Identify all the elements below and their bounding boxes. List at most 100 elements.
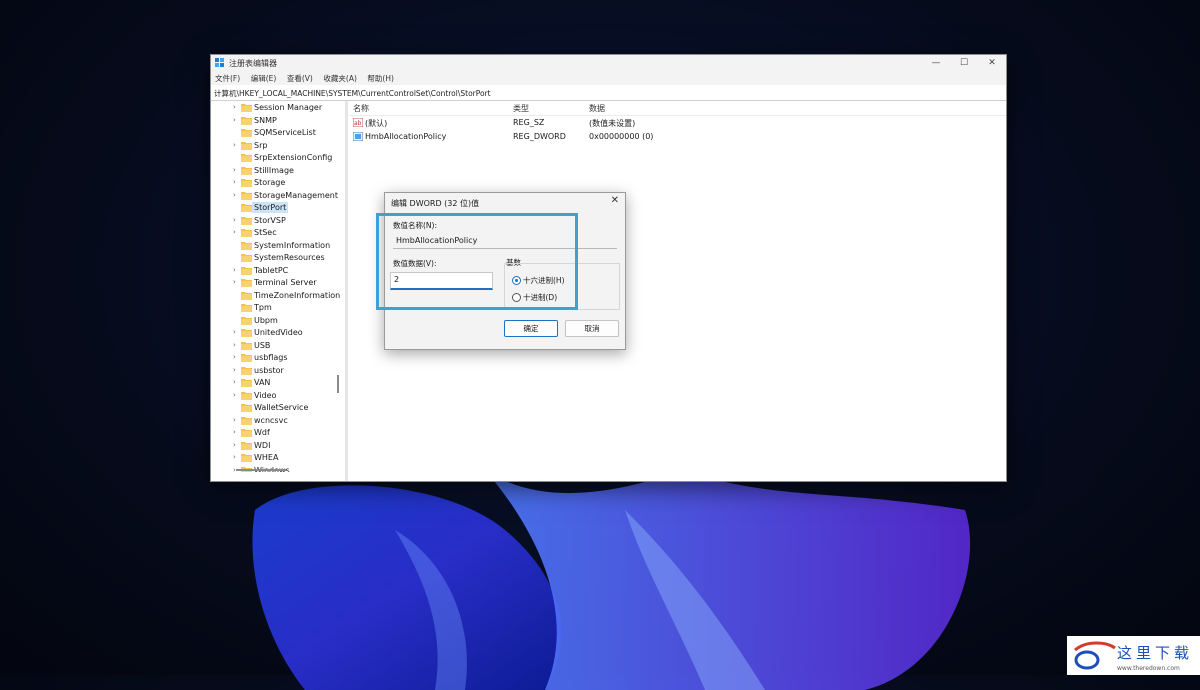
chevron-right-icon[interactable]: ›: [233, 178, 239, 186]
chevron-right-icon[interactable]: ›: [233, 341, 239, 349]
chevron-right-icon[interactable]: ›: [233, 416, 239, 424]
value-data: (数值未设置): [589, 119, 636, 128]
menu-file[interactable]: 文件(F): [215, 72, 240, 85]
menu-help[interactable]: 帮助(H): [367, 72, 394, 85]
chevron-right-icon[interactable]: ›: [233, 166, 239, 174]
list-item[interactable]: ab (默认) REG_SZ (数值未设置): [349, 117, 1006, 130]
tree-vertical-scrollbar[interactable]: [337, 375, 339, 393]
tree-item-label: USB: [254, 340, 271, 350]
maximize-button[interactable]: ☐: [950, 55, 978, 72]
folder-icon: [241, 154, 252, 162]
value-type: REG_DWORD: [513, 132, 566, 141]
column-type[interactable]: 类型: [513, 103, 529, 114]
menu-view[interactable]: 查看(V): [287, 72, 313, 85]
folder-icon: [241, 254, 252, 262]
folder-icon: [241, 379, 252, 387]
tree-item-label: Session Manager: [254, 103, 323, 112]
key-tree: › Session Manager › SNMP SQMServiceList › Srp S…: [211, 101, 345, 472]
pane-splitter[interactable]: [345, 101, 348, 481]
tree-item-label: WalletService: [254, 403, 309, 412]
chevron-right-icon[interactable]: ›: [233, 441, 239, 449]
chevron-right-icon[interactable]: ›: [233, 266, 239, 274]
tree-horizontal-scrollbar[interactable]: [236, 469, 286, 471]
folder-icon: [241, 354, 252, 362]
tree-item-label: WDI: [254, 440, 271, 450]
chevron-right-icon[interactable]: ›: [233, 453, 239, 461]
chevron-right-icon[interactable]: ›: [233, 391, 239, 399]
annotation-highlight-box: [376, 213, 578, 310]
chevron-right-icon[interactable]: ›: [233, 428, 239, 436]
tree-item-label: Storage: [254, 178, 286, 187]
folder-icon: [241, 129, 252, 137]
chevron-right-icon[interactable]: ›: [233, 366, 239, 374]
menu-edit[interactable]: 编辑(E): [251, 72, 277, 85]
tree-item-label: Video: [254, 390, 277, 400]
tree-item-label: SystemResources: [254, 253, 325, 262]
dword-value-icon: [353, 132, 363, 141]
title-bar[interactable]: 注册表编辑器 — ☐ ✕: [211, 55, 1006, 72]
menu-favorites[interactable]: 收藏夹(A): [323, 72, 356, 85]
list-item[interactable]: HmbAllocationPolicy REG_DWORD 0x00000000…: [349, 131, 1006, 144]
folder-icon: [241, 391, 252, 400]
svg-text:www.theredown.com: www.theredown.com: [1117, 665, 1180, 672]
tree-item-label: TimeZoneInformation: [254, 290, 341, 300]
tree-item-label: SQMServiceList: [254, 128, 316, 137]
chevron-right-icon[interactable]: ›: [233, 141, 239, 149]
tree-item-label: Srp: [254, 140, 268, 150]
close-button[interactable]: ✕: [978, 55, 1006, 72]
folder-icon: [241, 329, 252, 337]
chevron-right-icon[interactable]: ›: [233, 353, 239, 361]
tree-item-label: TabletPC: [254, 265, 289, 275]
menu-bar: 文件(F) 编辑(E) 查看(V) 收藏夹(A) 帮助(H): [211, 72, 1006, 85]
chevron-right-icon[interactable]: ›: [233, 103, 239, 111]
chevron-right-icon[interactable]: ›: [233, 328, 239, 336]
folder-icon: [241, 241, 252, 250]
tree-item-label: usbflags: [254, 353, 288, 362]
site-watermark-logo: 这里下载 www.theredown.com: [1067, 636, 1200, 675]
folder-icon: [241, 316, 252, 325]
tree-item-label: SNMP: [254, 115, 277, 125]
folder-icon: [241, 204, 252, 212]
chevron-right-icon[interactable]: ›: [233, 116, 239, 124]
chevron-right-icon[interactable]: ›: [233, 191, 239, 199]
column-data[interactable]: 数据: [589, 103, 605, 114]
folder-icon: [241, 291, 252, 300]
tree-item-label: StillImage: [254, 165, 294, 175]
folder-icon: [241, 441, 252, 450]
chevron-right-icon[interactable]: ›: [233, 228, 239, 236]
folder-icon: [241, 366, 252, 375]
dialog-title: 编辑 DWORD (32 位)值: [391, 199, 480, 208]
folder-icon: [241, 116, 252, 125]
cancel-button[interactable]: 取消: [565, 320, 619, 337]
watermark-swoosh-icon: 这里下载 www.theredown.com: [1074, 641, 1193, 672]
folder-icon: [241, 304, 252, 312]
tree-item-label: UnitedVideo: [254, 328, 303, 337]
column-name[interactable]: 名称: [353, 103, 369, 114]
chevron-right-icon[interactable]: ›: [233, 278, 239, 286]
chevron-right-icon[interactable]: ›: [233, 378, 239, 386]
tree-item-label: WHEA: [254, 453, 279, 462]
folder-icon: [241, 166, 252, 175]
value-data: 0x00000000 (0): [589, 132, 654, 141]
chevron-right-icon[interactable]: ›: [233, 216, 239, 224]
folder-icon: [241, 266, 252, 275]
tree-item-label: Tpm: [254, 303, 272, 312]
minimize-button[interactable]: —: [922, 55, 950, 72]
close-icon[interactable]: ✕: [611, 195, 619, 206]
folder-icon: [241, 216, 252, 225]
tree-item-label: StorageManagement: [254, 190, 338, 200]
svg-text:这里下载: 这里下载: [1117, 644, 1193, 662]
tree-item-label: StorVSP: [254, 215, 286, 225]
folder-icon: [241, 454, 252, 462]
folder-icon: [241, 191, 252, 200]
ok-button[interactable]: 确定: [504, 320, 558, 337]
tree-item-label: VAN: [254, 378, 271, 387]
list-header: 名称 类型 数据: [349, 101, 1006, 116]
tree-item-label: SystemInformation: [254, 240, 331, 250]
tree-item-label: Wdf: [254, 428, 270, 437]
string-value-icon: ab: [353, 118, 363, 127]
tree-item-label: StSec: [254, 228, 277, 237]
address-path[interactable]: 计算机\HKEY_LOCAL_MACHINE\SYSTEM\CurrentCon…: [214, 88, 491, 99]
address-bar[interactable]: 计算机\HKEY_LOCAL_MACHINE\SYSTEM\CurrentCon…: [211, 85, 1006, 101]
value-name: (默认): [365, 119, 388, 128]
